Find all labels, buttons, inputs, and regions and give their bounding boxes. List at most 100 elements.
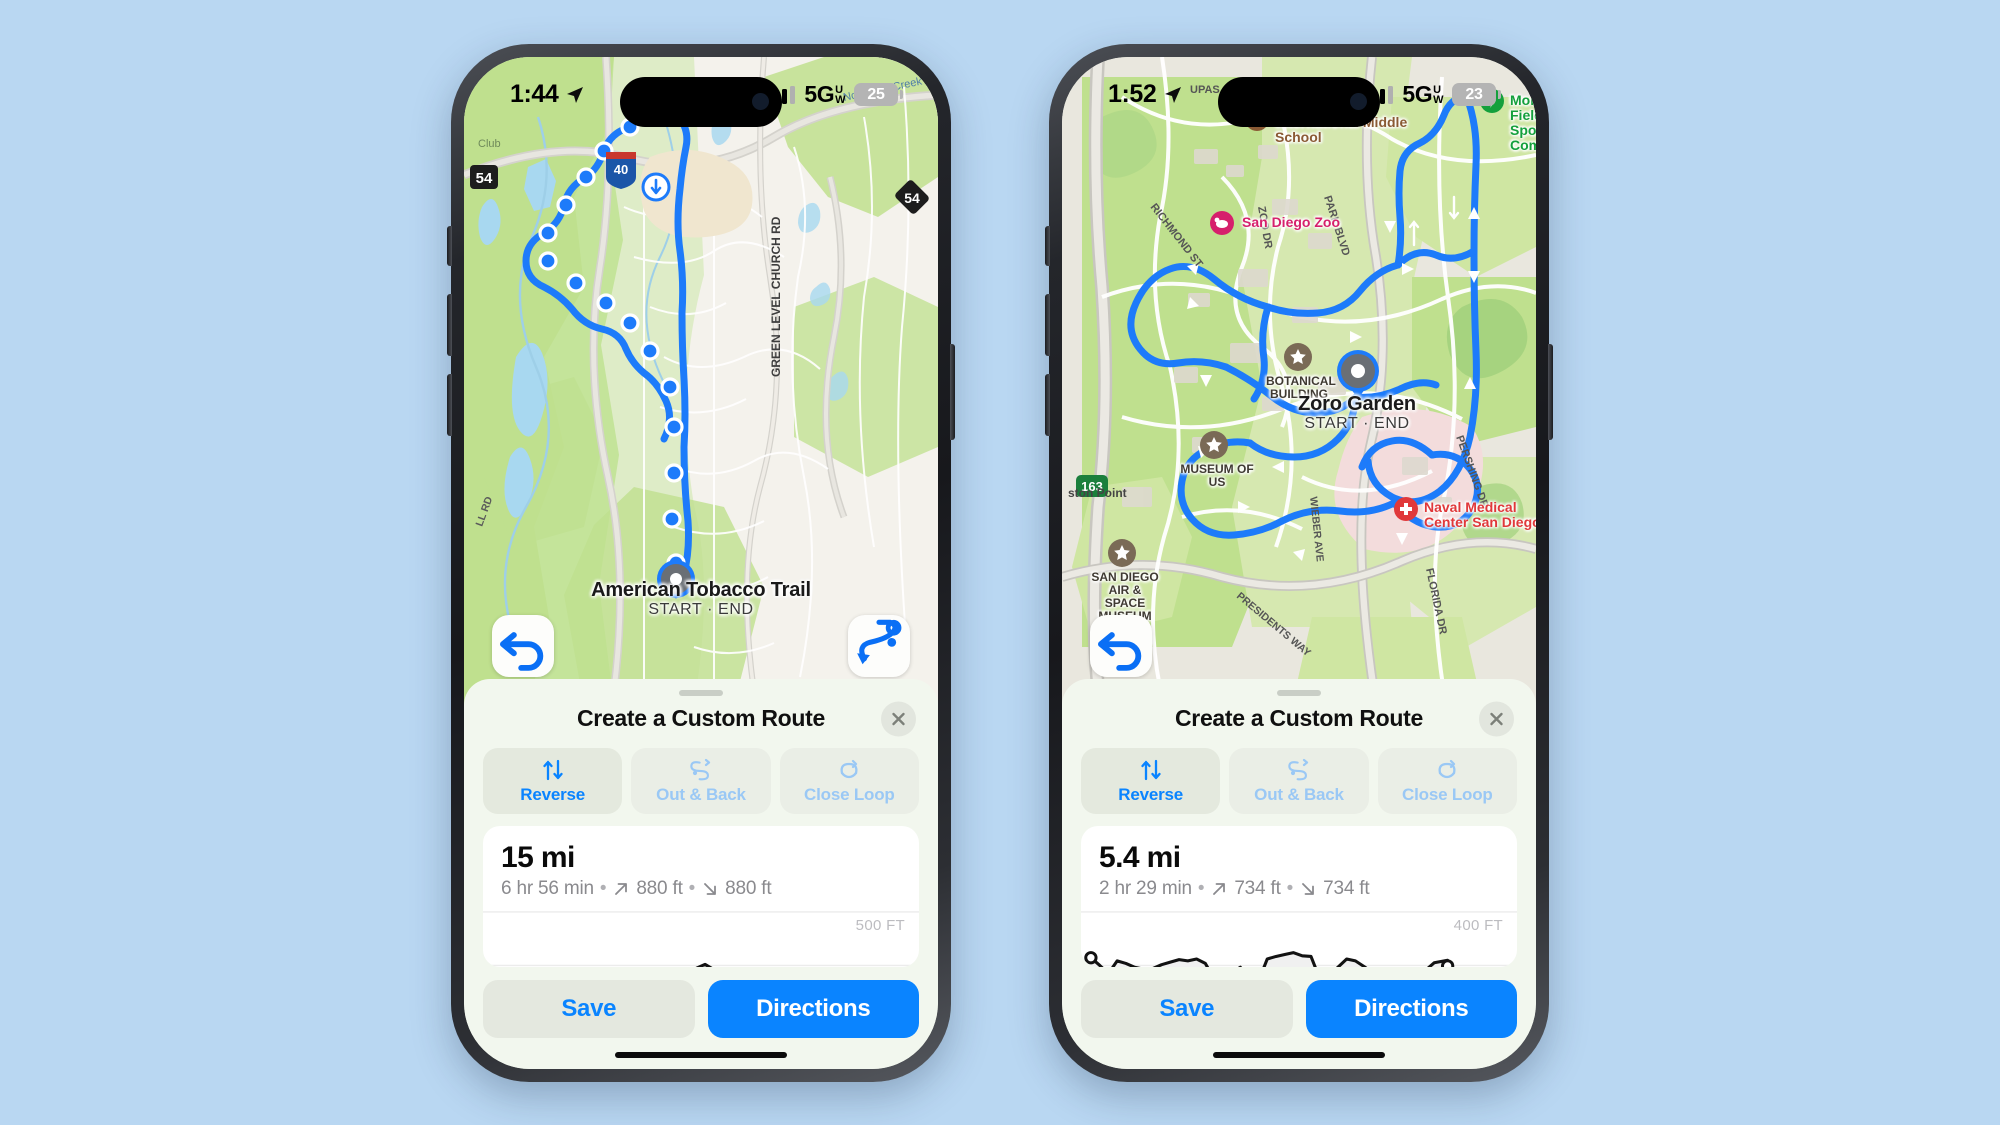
elevation-profile-chart-left: 500 FT 100 FT 0 MI 14.8 MI	[483, 910, 919, 967]
phone-screen-left: 54 54 40 Northeast Creek LL RD Club GREE…	[464, 56, 938, 1069]
substat-separator-1: •	[1197, 877, 1205, 899]
phone-screen-right: 163 UPAS ST RICHMOND ST ZOO DR PARK BLVD…	[1062, 56, 1536, 1069]
reverse-arrows-icon	[1138, 757, 1164, 783]
svg-text:54: 54	[904, 190, 920, 206]
route-duration: 2 hr 29 min	[1099, 877, 1192, 899]
volume-up-button[interactable]	[447, 293, 452, 356]
arrow-down-right-icon	[1302, 882, 1315, 895]
poi-san-diego-zoo-pin	[1210, 210, 1234, 235]
poi-morley-field-pin	[1480, 88, 1504, 113]
close-loop-icon	[836, 757, 862, 783]
poi-naval-medical-pin	[1394, 496, 1418, 521]
map-canvas[interactable]: 163 UPAS ST RICHMOND ST ZOO DR PARK BLVD…	[1062, 56, 1536, 705]
sheet-header: Create a Custom Route	[1081, 696, 1517, 742]
volume-down-button[interactable]	[447, 373, 452, 436]
segment-out-and-back[interactable]: Out & Back	[1229, 747, 1369, 814]
elevation-y-max-label: 500 FT	[855, 916, 905, 934]
custom-route-sheet-right: Create a Custom Route Reverse Out & Back…	[1062, 678, 1536, 1069]
map-label-green-level-church-rd: GREEN LEVEL CHURCH RD	[769, 216, 783, 377]
volume-down-button[interactable]	[1045, 373, 1050, 436]
out-and-back-icon	[1286, 757, 1312, 783]
reverse-arrows-icon	[540, 757, 566, 783]
route-duration: 6 hr 56 min	[501, 877, 594, 899]
save-button[interactable]: Save	[1081, 979, 1293, 1038]
route-descent: 734 ft	[1323, 877, 1370, 899]
undo-arrow-icon	[500, 631, 544, 671]
substat-separator-1: •	[599, 877, 607, 899]
close-button[interactable]	[1479, 701, 1514, 736]
segment-reverse-label: Reverse	[520, 784, 586, 804]
action-button[interactable]	[447, 225, 452, 266]
home-indicator[interactable]	[1213, 1051, 1385, 1058]
route-distance: 5.4 mi	[1099, 840, 1181, 874]
phone-device-left: 54 54 40 Northeast Creek LL RD Club GREE…	[447, 43, 955, 1082]
segment-reverse[interactable]: Reverse	[483, 747, 623, 814]
dynamic-island	[1218, 76, 1380, 127]
segment-close-loop[interactable]: Close Loop	[779, 747, 919, 814]
route-mode-segmented-control: Reverse Out & Back Close Loop	[483, 747, 919, 814]
poi-museum-of-us	[1200, 430, 1228, 459]
route-stats-card: 15 mi 6 hr 56 min • 880 ft • 880 ft 500 …	[483, 825, 919, 967]
segment-close-loop-label: Close Loop	[1402, 784, 1493, 804]
map-canvas[interactable]: 54 54 40 Northeast Creek LL RD Club GREE…	[464, 56, 938, 705]
save-button[interactable]: Save	[483, 979, 695, 1038]
route-ascent: 880 ft	[636, 877, 683, 899]
shield-i40: 40	[606, 151, 636, 189]
page-title: Create a Custom Route	[576, 705, 826, 731]
power-button[interactable]	[950, 343, 955, 440]
arrow-down-right-icon	[704, 882, 717, 895]
arrow-up-right-icon	[1213, 882, 1226, 895]
sheet-header: Create a Custom Route	[483, 696, 919, 742]
substat-separator-2: •	[688, 877, 696, 899]
map-view-left[interactable]: 54 54 40 Northeast Creek LL RD Club GREE…	[464, 56, 938, 705]
route-descent: 880 ft	[725, 877, 772, 899]
route-ascent: 734 ft	[1234, 877, 1281, 899]
volume-up-button[interactable]	[1045, 293, 1050, 356]
segment-reverse[interactable]: Reverse	[1081, 747, 1221, 814]
custom-route-sheet-left: Create a Custom Route Reverse Out & Back…	[464, 678, 938, 1069]
close-button[interactable]	[881, 701, 916, 736]
undo-button[interactable]	[492, 614, 554, 677]
segment-out-and-back-label: Out & Back	[1254, 784, 1344, 804]
home-indicator[interactable]	[615, 1051, 787, 1058]
map-label-inspiration-point: ston Point	[1068, 486, 1127, 500]
front-camera-icon	[752, 93, 769, 110]
close-loop-icon	[1434, 757, 1460, 783]
phone-device-right: 163 UPAS ST RICHMOND ST ZOO DR PARK BLVD…	[1045, 43, 1553, 1082]
page-title: Create a Custom Route	[1174, 705, 1424, 731]
route-waypoints-icon	[857, 619, 902, 664]
svg-text:54: 54	[476, 170, 493, 187]
undo-arrow-icon	[1098, 631, 1142, 671]
segment-close-loop-label: Close Loop	[804, 784, 895, 804]
route-mode-segmented-control: Reverse Out & Back Close Loop	[1081, 747, 1517, 814]
front-camera-icon	[1350, 93, 1367, 110]
svg-text:40: 40	[614, 162, 628, 177]
route-substats: 2 hr 29 min • 734 ft • 734 ft	[1081, 878, 1517, 900]
substat-separator-2: •	[1286, 877, 1294, 899]
elevation-chart-canvas	[483, 910, 919, 967]
elevation-y-max-label: 400 FT	[1453, 916, 1503, 934]
sheet-actions: Save Directions	[483, 967, 919, 1038]
elevation-profile-chart-right: 400 FT 100 FT 0 MI 5.3 MI	[1081, 910, 1517, 967]
directions-button[interactable]: Directions	[1305, 979, 1517, 1038]
elevation-chart-canvas	[1081, 910, 1517, 967]
action-button[interactable]	[1045, 225, 1050, 266]
close-x-icon	[892, 712, 905, 725]
segment-reverse-label: Reverse	[1118, 784, 1184, 804]
poi-botanical-building	[1284, 342, 1312, 371]
poi-air-space-museum	[1108, 538, 1136, 567]
map-view-right[interactable]: 163 UPAS ST RICHMOND ST ZOO DR PARK BLVD…	[1062, 56, 1536, 705]
undo-button[interactable]	[1090, 614, 1152, 677]
directions-button[interactable]: Directions	[707, 979, 919, 1038]
segment-out-and-back[interactable]: Out & Back	[631, 747, 771, 814]
segment-close-loop[interactable]: Close Loop	[1377, 747, 1517, 814]
sheet-actions: Save Directions	[1081, 967, 1517, 1038]
arrow-up-right-icon	[615, 882, 628, 895]
route-substats: 6 hr 56 min • 880 ft • 880 ft	[483, 878, 919, 900]
route-edit-button[interactable]	[848, 614, 910, 677]
route-distance: 15 mi	[501, 840, 575, 874]
svg-text:Club: Club	[478, 138, 501, 150]
dynamic-island	[620, 76, 782, 127]
power-button[interactable]	[1548, 343, 1553, 440]
segment-out-and-back-label: Out & Back	[656, 784, 746, 804]
